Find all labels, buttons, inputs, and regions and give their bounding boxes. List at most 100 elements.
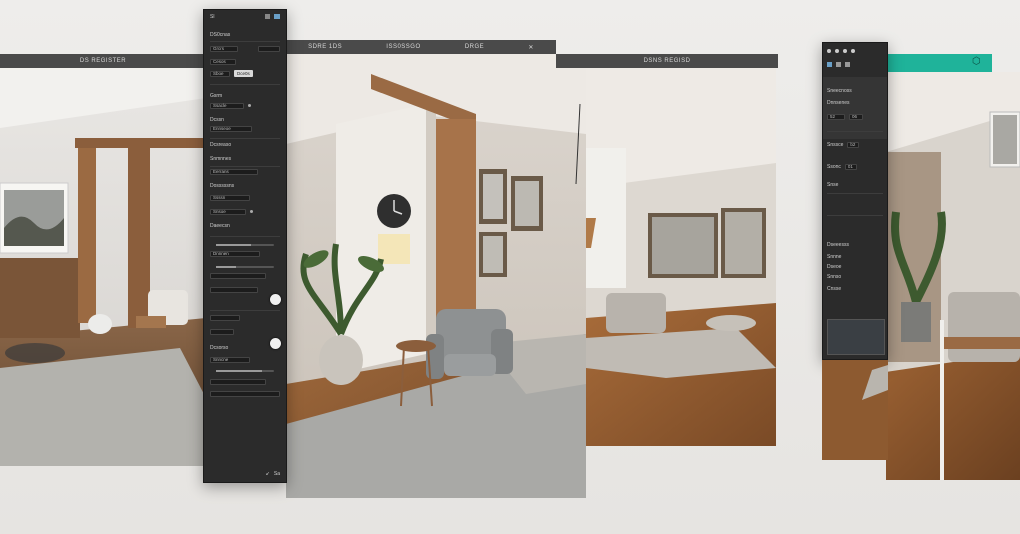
- left-room-viewport[interactable]: [0, 68, 206, 466]
- right-list-label: Dseeesss: [827, 241, 849, 248]
- slider-3-fill: [216, 370, 263, 372]
- slider-1-fill: [216, 244, 251, 246]
- right-panel-label: Snse: [827, 181, 839, 188]
- footer-value-1[interactable]: ↙: [266, 471, 270, 477]
- panel-header-row: Sl: [210, 13, 280, 20]
- center-room-viewport[interactable]: [286, 54, 586, 498]
- right-list-3[interactable]: Dseoe: [827, 263, 883, 270]
- tool-icon-4[interactable]: [851, 48, 855, 53]
- footer-field-c[interactable]: [210, 378, 266, 385]
- footer-row-a: Dcsorso: [210, 344, 280, 351]
- right-panel-field-2[interactable]: 52: [827, 113, 845, 120]
- tool-icon-3[interactable]: [843, 48, 847, 53]
- close-icon[interactable]: ✕: [528, 44, 534, 51]
- row-15: [210, 314, 280, 321]
- row-label: Dosssssns: [210, 182, 235, 189]
- right-list-5[interactable]: Cnsse: [827, 285, 883, 292]
- row-14-field[interactable]: [210, 286, 258, 293]
- field-1-value[interactable]: [258, 45, 280, 52]
- tool-icon-7[interactable]: [845, 62, 850, 67]
- row-4: Ennseoe: [210, 125, 280, 132]
- panel-section-row: DS0cnas: [210, 31, 280, 38]
- row-8: Dosssssns: [210, 182, 280, 189]
- panel-icon-b[interactable]: [274, 14, 280, 19]
- far-right-room-viewport[interactable]: [886, 72, 1020, 480]
- far-right-toolbar-icon[interactable]: ⬡: [972, 56, 981, 67]
- tool-icon-5[interactable]: [827, 62, 832, 67]
- footer-field-d[interactable]: [210, 390, 280, 397]
- field-row-2: Cesos: [210, 58, 280, 65]
- field-row-1: Grcrs: [210, 45, 280, 52]
- row-4-field[interactable]: Ennseoe: [210, 125, 252, 132]
- right-panel-field-3[interactable]: 06: [849, 113, 863, 120]
- tab-1[interactable]: SDRE 1DS: [308, 44, 342, 50]
- row-13: [210, 272, 280, 279]
- tool-icon-1[interactable]: [827, 48, 831, 53]
- footer-field-b[interactable]: Snncne: [210, 356, 250, 363]
- right-panel-row-2: 52 06: [827, 113, 883, 120]
- divider: [827, 131, 883, 132]
- right-panel-label: Ssonc: [827, 163, 841, 170]
- bottom-floor-strip: [822, 360, 888, 460]
- divider: [210, 84, 280, 85]
- center-room-render: [286, 54, 586, 498]
- slider-1[interactable]: [216, 244, 274, 246]
- field-3[interactable]: Sboe: [210, 70, 230, 77]
- panel-bottom-row: ↙ Sa: [210, 470, 280, 477]
- toggle-knob-1[interactable]: [270, 294, 281, 305]
- tab-3[interactable]: DRGE: [465, 44, 484, 50]
- left-window-title: DS REGISTER: [79, 58, 127, 64]
- field-1[interactable]: Grcrs: [210, 45, 238, 52]
- divider: [827, 215, 883, 216]
- far-right-divider: [940, 320, 944, 480]
- right-panel-preview: [827, 319, 885, 355]
- panel-button-1[interactable]: Dce0s: [234, 70, 253, 77]
- footer-row-b: Snncne: [210, 356, 280, 363]
- row-7-field[interactable]: Eerrans: [210, 168, 258, 175]
- tab-2[interactable]: ISS0SSGO: [386, 44, 420, 50]
- right-panel-row-1: Dnnsenes: [827, 99, 883, 106]
- right-panel-field-4[interactable]: b2: [847, 141, 860, 148]
- far-right-teal-bar: ⬡: [886, 54, 992, 72]
- row-12: Dnnnen: [210, 250, 280, 257]
- row-2: Ssacle: [210, 102, 280, 109]
- right-window-title: DSNS REGISD: [643, 58, 691, 64]
- right-panel-field-5[interactable]: 01: [844, 163, 857, 170]
- footer-row-d: [210, 390, 280, 397]
- panel-icon-a[interactable]: [265, 14, 270, 19]
- tool-icon-2[interactable]: [835, 48, 839, 53]
- row-2-field[interactable]: Ssacle: [210, 102, 244, 109]
- right-list-1[interactable]: Dseeesss: [827, 241, 883, 248]
- bottom-floor-render: [822, 360, 888, 460]
- slider-2[interactable]: [216, 266, 274, 268]
- row-7: Eerrans: [210, 168, 280, 175]
- right-room-viewport[interactable]: [586, 68, 776, 446]
- right-panel-row-3: Snssce b2: [827, 141, 883, 148]
- slider-3[interactable]: [216, 370, 274, 372]
- right-list-4[interactable]: Snnso: [827, 273, 883, 280]
- row-15-field[interactable]: [210, 314, 240, 321]
- right-list-2[interactable]: Snnne: [827, 253, 883, 260]
- row-9-field[interactable]: Ssssn: [210, 194, 250, 201]
- row-12-field[interactable]: Dnnnen: [210, 250, 260, 257]
- divider: [210, 166, 280, 167]
- right-panel-label: Snssce: [827, 141, 844, 148]
- right-panel-row-5: Snse: [827, 181, 883, 188]
- row-label: Dcssn: [210, 116, 224, 123]
- row-16-field[interactable]: [210, 328, 234, 335]
- divider: [210, 236, 280, 237]
- row-6: Snmnnes: [210, 155, 280, 162]
- right-list-label: Dseoe: [827, 263, 842, 270]
- field-row-3: Sboe Dce0s: [210, 70, 280, 77]
- far-right-room-render: [886, 72, 1020, 480]
- panel-header: Sl: [210, 13, 215, 20]
- row-13-field[interactable]: [210, 272, 266, 279]
- row-10-field[interactable]: Snsoe: [210, 208, 246, 215]
- field-2[interactable]: Cesos: [210, 58, 236, 65]
- row-5: Dcsreaso: [210, 141, 280, 148]
- footer-value-2[interactable]: Sa: [274, 471, 280, 477]
- divider: [827, 193, 883, 194]
- right-panel-header: Sneecnoss: [827, 87, 852, 94]
- tool-icon-6[interactable]: [836, 62, 841, 67]
- row-9: Ssssn: [210, 194, 280, 201]
